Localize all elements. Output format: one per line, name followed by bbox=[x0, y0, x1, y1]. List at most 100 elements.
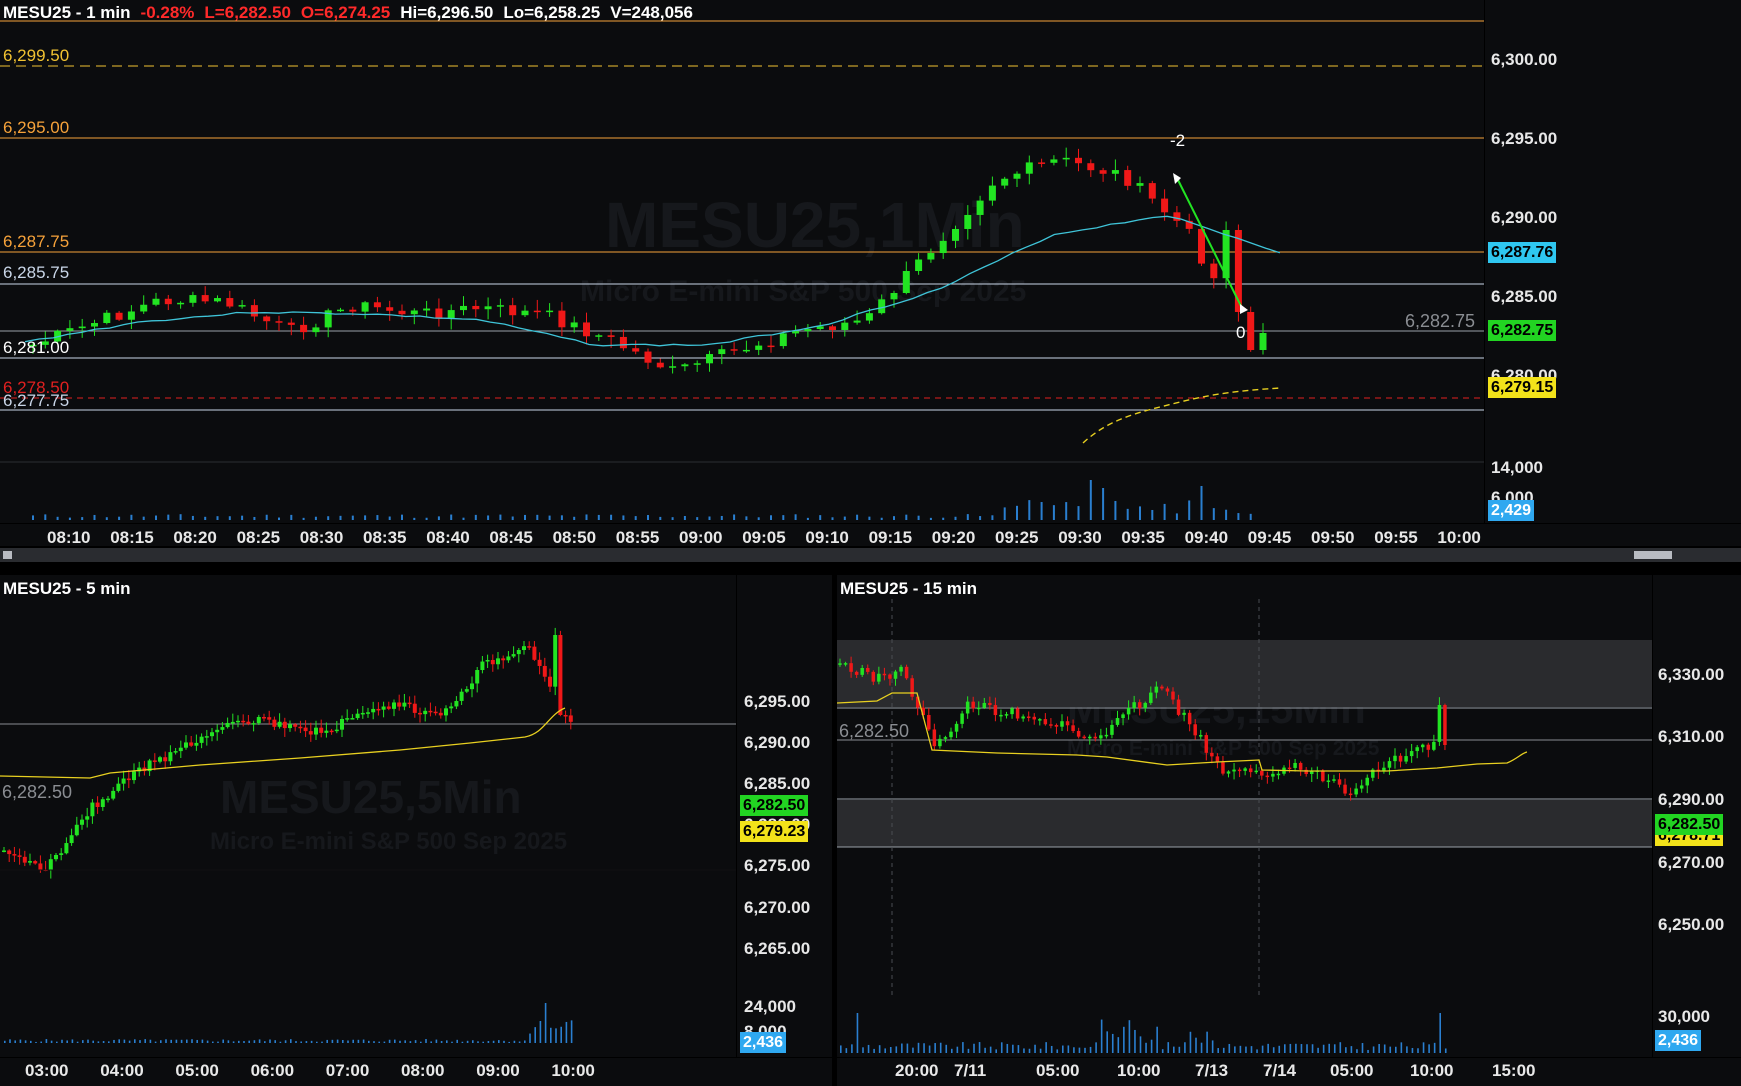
main-candle-body bbox=[300, 324, 308, 333]
main-time-axis[interactable]: 08:10 08:15 08:20 08:25 08:30 08:35 08:40 08:45… bbox=[0, 524, 1741, 546]
right-chart-panel[interactable]: MESU25,15MinMicro E-mini S&P 500 Sep 202… bbox=[837, 575, 1652, 1057]
left-volume-bar bbox=[4, 1040, 6, 1043]
main-candle-body bbox=[583, 322, 590, 337]
main-candle-body bbox=[509, 305, 517, 316]
right-candle-body bbox=[943, 737, 948, 739]
left-volume-bar bbox=[186, 1039, 188, 1043]
left-volume-bar bbox=[357, 1039, 360, 1043]
right-time-tick: 05:00 bbox=[1330, 1061, 1374, 1080]
main-price-plot[interactable] bbox=[0, 0, 1484, 523]
trade-label-flat: 0 bbox=[1236, 323, 1246, 342]
right-candle-body bbox=[993, 705, 998, 716]
right-volume-tick: 30,000 bbox=[1658, 1007, 1710, 1026]
left-volume-bar bbox=[269, 1039, 271, 1043]
left-candle-body bbox=[480, 661, 485, 671]
left-candle-body bbox=[501, 658, 506, 661]
right-candle-body bbox=[932, 729, 937, 747]
main-candle-body bbox=[853, 320, 861, 323]
last-price-tag: 6,282.75 bbox=[1488, 320, 1557, 341]
left-volume-bar bbox=[160, 1040, 162, 1043]
left-volume-bar bbox=[435, 1039, 438, 1043]
left-price-axis[interactable]: 6,295.00 6,290.00 6,285.00 6,280.00 6,27… bbox=[737, 575, 832, 1057]
main-volume-bar bbox=[204, 516, 207, 520]
main-volume: V=248,056 bbox=[610, 3, 693, 22]
main-scrollbar-right-thumb[interactable] bbox=[1634, 551, 1672, 559]
left-volume-bar bbox=[508, 1041, 510, 1043]
left-volume-bar bbox=[503, 1040, 505, 1043]
right-volume-bar bbox=[1156, 1026, 1158, 1053]
main-candle-body bbox=[177, 302, 185, 305]
right-volume-bar bbox=[1211, 1040, 1214, 1053]
right-candle-body bbox=[1426, 744, 1431, 750]
right-time-tick: 20:00 bbox=[895, 1061, 939, 1080]
left-volume-bar bbox=[336, 1039, 339, 1043]
right-volume-bar bbox=[1017, 1045, 1020, 1053]
right-candle-body bbox=[1187, 712, 1192, 725]
left-candle-body bbox=[230, 721, 235, 724]
main-volume-bar bbox=[290, 514, 293, 520]
left-volume-bar bbox=[404, 1040, 406, 1043]
right-price-plot[interactable] bbox=[837, 575, 1652, 1053]
left-candle-body bbox=[360, 712, 365, 715]
left-volume-bar bbox=[87, 1039, 89, 1043]
main-price-axis[interactable]: 6,300.00 6,295.00 6,290.00 6,285.00 6,28… bbox=[1485, 0, 1741, 523]
left-volume-bar bbox=[305, 1041, 308, 1043]
right-price-axis[interactable]: 6,330.00 6,310.00 6,290.00 6,270.00 6,25… bbox=[1653, 575, 1741, 1057]
left-candle-body bbox=[184, 742, 188, 748]
right-candle-body bbox=[838, 663, 842, 665]
left-chart-panel[interactable]: MESU25,5Min Micro E-mini S&P 500 Sep 202… bbox=[0, 575, 736, 1057]
left-volume-bar bbox=[362, 1039, 365, 1043]
right-candle-body bbox=[971, 701, 975, 709]
left-volume-bar bbox=[290, 1039, 292, 1043]
main-volume-bar bbox=[634, 516, 637, 520]
main-volume-bar bbox=[905, 514, 908, 520]
left-price-tick: 6,270.00 bbox=[744, 898, 811, 917]
left-time-axis[interactable]: 03:00 04:00 05:00 06:00 07:00 08:00 09:00 10:00 bbox=[0, 1058, 832, 1086]
left-vwap-line bbox=[0, 707, 566, 779]
right-candle-body bbox=[1243, 768, 1247, 771]
right-volume-bar bbox=[1411, 1047, 1414, 1053]
main-volume-bar bbox=[917, 515, 920, 520]
right-candle-body bbox=[1204, 735, 1209, 753]
right-candle-body bbox=[982, 702, 987, 708]
main-volume-bar bbox=[610, 514, 613, 520]
right-candle-body bbox=[1010, 708, 1014, 715]
main-candle-body bbox=[742, 349, 750, 352]
right-candle-body bbox=[949, 731, 953, 738]
main-candle-body bbox=[619, 336, 627, 349]
main-scrollbar-left-thumb[interactable] bbox=[3, 551, 12, 559]
right-volume-bar bbox=[906, 1043, 909, 1053]
left-volume-bar bbox=[394, 1039, 396, 1043]
left-price-plot[interactable] bbox=[0, 575, 736, 1057]
left-candle-body bbox=[251, 723, 256, 725]
right-candle-body bbox=[1343, 784, 1347, 794]
left-volume-bar bbox=[466, 1040, 469, 1043]
main-scrollbar[interactable] bbox=[0, 548, 1741, 562]
ma-value-tag: 6,287.76 bbox=[1488, 242, 1557, 263]
left-volume-bar bbox=[414, 1040, 417, 1043]
left-volume-bar bbox=[560, 1026, 562, 1043]
left-volume-bar bbox=[295, 1041, 297, 1043]
main-candle-body bbox=[1210, 263, 1218, 279]
right-candle-body bbox=[1137, 702, 1142, 709]
main-chart-panel[interactable]: MESU25,1Min Micro E-mini S&P 500 Sep 202… bbox=[0, 0, 1484, 523]
right-candle-body bbox=[1121, 714, 1125, 719]
right-volume-bar bbox=[1367, 1049, 1369, 1053]
right-volume-bar bbox=[1339, 1042, 1342, 1053]
main-candle-body bbox=[656, 362, 664, 368]
left-candle-body bbox=[412, 703, 417, 713]
main-volume-bar bbox=[191, 515, 194, 520]
left-volume-bar bbox=[529, 1033, 531, 1043]
left-volume-bar bbox=[9, 1039, 11, 1043]
right-volume-bar bbox=[1245, 1046, 1247, 1053]
right-candle-body bbox=[1248, 768, 1253, 773]
right-volume-bar bbox=[989, 1046, 992, 1053]
left-volume-bar bbox=[123, 1039, 126, 1043]
left-candle-body bbox=[95, 802, 100, 807]
left-volume-bar bbox=[128, 1040, 131, 1043]
left-candle-body bbox=[288, 724, 292, 729]
right-volume-bar bbox=[967, 1048, 970, 1053]
right-time-axis[interactable]: 20:00 7/11 05:00 10:00 7/13 7/14 05:00 10:00 15:… bbox=[837, 1058, 1741, 1086]
right-candle-body bbox=[1071, 725, 1075, 731]
main-candle-body bbox=[792, 331, 800, 334]
